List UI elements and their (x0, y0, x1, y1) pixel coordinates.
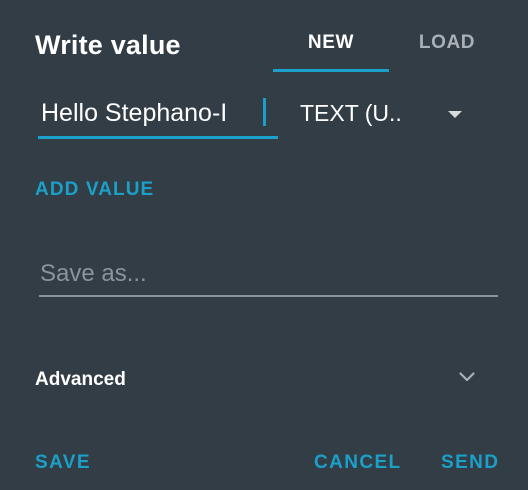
text-caret (263, 98, 266, 126)
advanced-expander[interactable]: Advanced (35, 360, 490, 396)
value-type-select[interactable]: TEXT (U.. (290, 96, 480, 136)
advanced-label: Advanced (35, 369, 126, 390)
value-input-text: Hello Stephano-I (41, 99, 228, 127)
save-as-input[interactable]: Save as... (39, 255, 498, 297)
dropdown-arrow-icon (448, 111, 462, 118)
value-input[interactable]: Hello Stephano-I (38, 96, 278, 139)
dialog-title: Write value (35, 30, 181, 60)
cancel-button[interactable]: CANCEL (314, 452, 402, 474)
write-value-dialog: Write value NEW LOAD Hello Stephano-I TE… (0, 0, 528, 490)
save-as-placeholder: Save as... (40, 260, 147, 287)
send-button[interactable]: SEND (441, 452, 499, 474)
save-button[interactable]: SAVE (35, 452, 91, 474)
tab-new[interactable]: NEW (273, 32, 389, 54)
chevron-down-icon (459, 372, 475, 382)
active-tab-indicator (273, 69, 389, 72)
add-value-button[interactable]: ADD VALUE (35, 179, 154, 201)
value-type-selected: TEXT (U.. (300, 100, 402, 126)
tab-load[interactable]: LOAD (389, 32, 505, 54)
